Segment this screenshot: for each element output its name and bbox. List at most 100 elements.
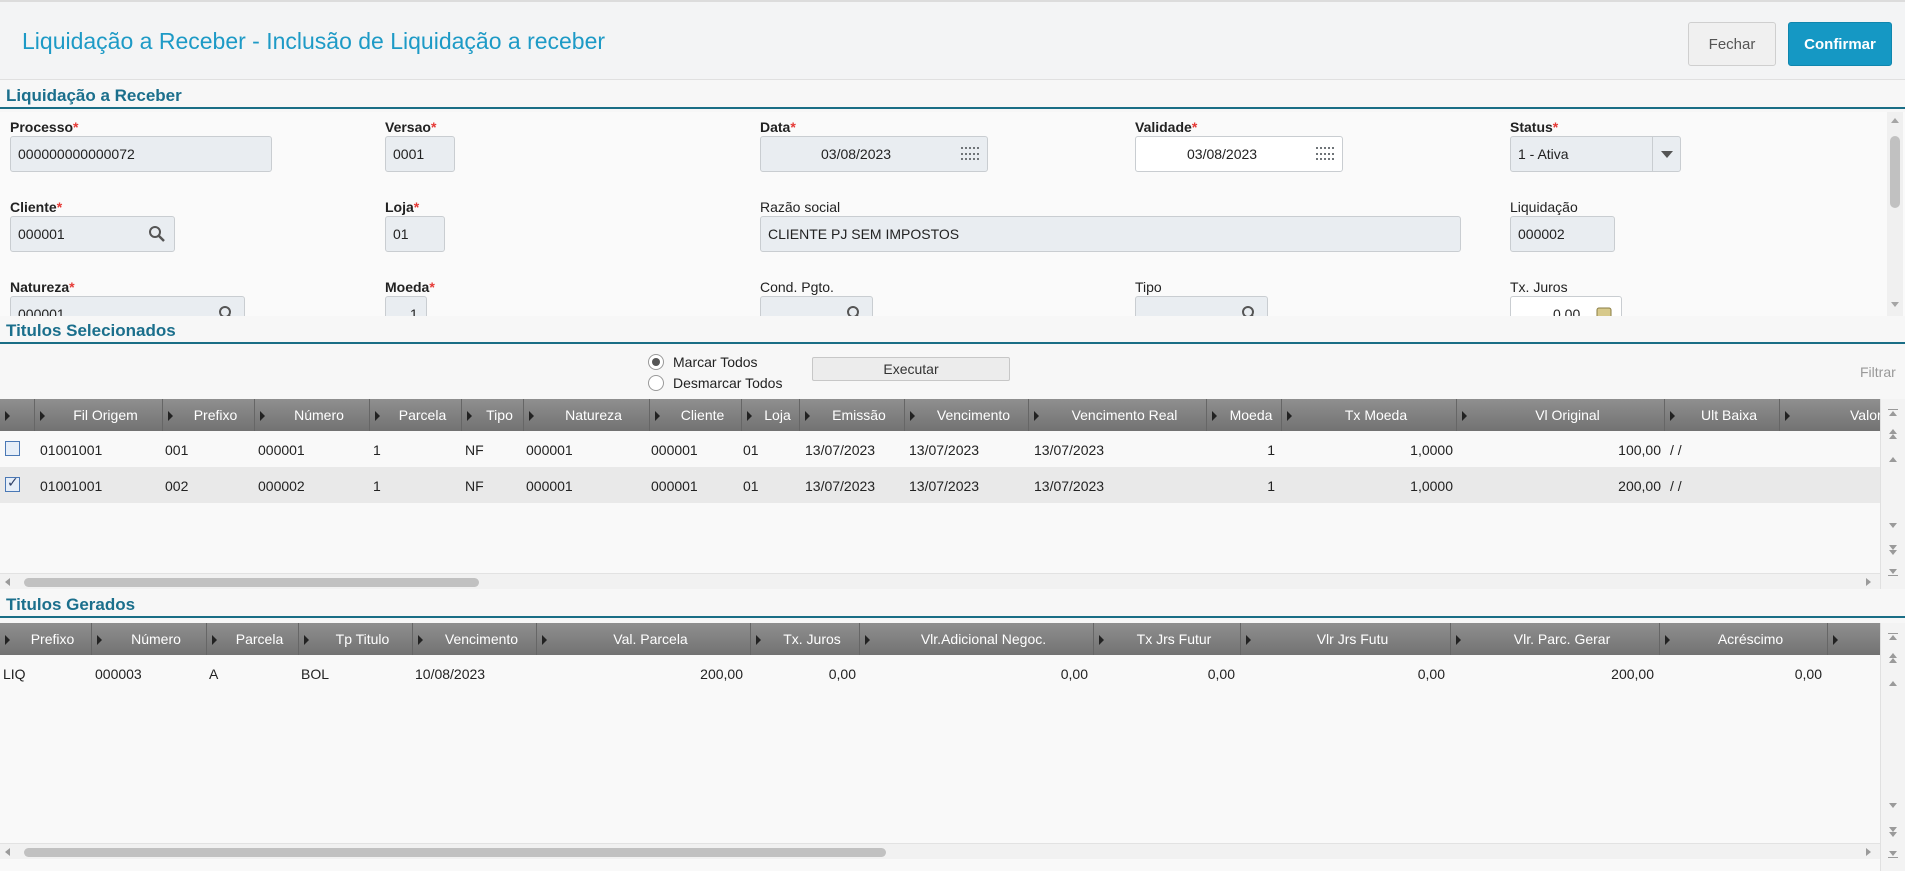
scroll-last-icon[interactable] xyxy=(1889,569,1897,574)
cell-emissao: 13/07/2023 xyxy=(805,478,876,494)
data-field[interactable]: 03/08/2023 xyxy=(760,136,988,172)
cell-vlr-parc-gerar: 200,00 xyxy=(1611,666,1654,682)
col-vlr-adicional-negoc[interactable]: Vlr.Adicional Negoc. xyxy=(860,623,1094,655)
col-tx-moeda[interactable]: Tx Moeda xyxy=(1282,399,1457,431)
razao-field[interactable]: CLIENTE PJ SEM IMPOSTOS xyxy=(760,216,1461,252)
horizontal-scroll-thumb[interactable] xyxy=(24,848,886,857)
row-checkbox[interactable] xyxy=(5,441,20,456)
col-fil-origem[interactable]: Fil Origem xyxy=(35,399,163,431)
scroll-first-icon[interactable] xyxy=(1889,411,1897,416)
row-checkbox[interactable] xyxy=(5,475,20,492)
col-select[interactable] xyxy=(0,399,35,431)
versao-field[interactable]: 0001 xyxy=(385,136,455,172)
col-tp-titulo[interactable]: Tp Titulo xyxy=(299,623,413,655)
versao-label: Versao* xyxy=(385,119,437,135)
col-tx-jrs-futur[interactable]: Tx Jrs Futur xyxy=(1094,623,1241,655)
scroll-right-icon[interactable] xyxy=(1866,578,1871,586)
table-row[interactable]: 01001001 002 000002 1 NF 000001 000001 0… xyxy=(0,467,1880,503)
horizontal-scrollbar[interactable] xyxy=(0,573,1880,589)
search-icon[interactable] xyxy=(846,305,864,316)
tx-juros-field[interactable]: 0,00 xyxy=(1510,296,1622,316)
scroll-right-icon[interactable] xyxy=(1866,848,1871,856)
scroll-down-icon[interactable] xyxy=(1889,523,1897,528)
horizontal-scrollbar[interactable] xyxy=(0,843,1880,859)
scroll-last-icon[interactable] xyxy=(1889,851,1897,856)
filtrar-link[interactable]: Filtrar xyxy=(1860,364,1896,380)
col-vencimento[interactable]: Vencimento xyxy=(905,399,1029,431)
col-vencimento-real[interactable]: Vencimento Real xyxy=(1029,399,1207,431)
col-prefixo[interactable]: Prefixo xyxy=(0,623,92,655)
scroll-down-icon[interactable] xyxy=(1891,302,1899,307)
search-icon[interactable] xyxy=(1241,305,1259,316)
col-vlr-parc-gerar[interactable]: Vlr. Parc. Gerar xyxy=(1451,623,1660,655)
col-vl-original[interactable]: Vl Original xyxy=(1457,399,1665,431)
col-vencimento[interactable]: Vencimento xyxy=(413,623,537,655)
cell-cliente: 000001 xyxy=(651,478,698,494)
col-prefixo[interactable]: Prefixo xyxy=(163,399,255,431)
col-more[interactable] xyxy=(1828,623,1880,655)
col-tipo[interactable]: Tipo xyxy=(462,399,524,431)
cell-prefixo: 001 xyxy=(165,442,189,458)
tx-juros-label: Tx. Juros xyxy=(1510,279,1568,295)
moeda-field[interactable]: 1 xyxy=(385,296,427,316)
table-row[interactable]: LIQ 000003 A BOL 10/08/2023 200,00 0,00 … xyxy=(0,655,1880,691)
natureza-field[interactable]: 000001 xyxy=(10,296,245,316)
col-ult-baixa[interactable]: Ult Baixa xyxy=(1665,399,1780,431)
search-icon[interactable] xyxy=(148,225,166,243)
validade-field[interactable]: 03/08/2023 xyxy=(1135,136,1343,172)
section-liquidacao-title: Liquidação a Receber xyxy=(6,86,182,105)
executar-button[interactable]: Executar xyxy=(812,357,1010,381)
scroll-page-up-icon[interactable] xyxy=(1889,434,1897,439)
cell-vlr-jrs-futu: 0,00 xyxy=(1417,666,1445,682)
chevron-down-icon[interactable] xyxy=(1652,137,1680,171)
col-vlr-jrs-futu[interactable]: Vlr Jrs Futu xyxy=(1241,623,1451,655)
cell-tx-juros: 0,00 xyxy=(828,666,856,682)
calendar-icon[interactable] xyxy=(961,147,979,162)
processo-field[interactable]: 000000000000072 xyxy=(10,136,272,172)
liquidacao-field[interactable]: 000002 xyxy=(1510,216,1615,252)
scroll-up-icon[interactable] xyxy=(1889,681,1897,686)
col-moeda[interactable]: Moeda xyxy=(1207,399,1282,431)
page-title: Liquidação a Receber - Inclusão de Liqui… xyxy=(22,28,606,54)
status-select[interactable]: 1 - Ativa xyxy=(1510,136,1681,172)
search-icon[interactable] xyxy=(218,305,236,316)
grid-vertical-nav[interactable] xyxy=(1880,399,1905,589)
col-tx-juros[interactable]: Tx. Juros xyxy=(751,623,860,655)
scroll-left-icon[interactable] xyxy=(5,848,10,856)
scroll-first-icon[interactable] xyxy=(1889,635,1897,640)
close-button[interactable]: Fechar xyxy=(1688,22,1776,66)
confirm-button[interactable]: Confirmar xyxy=(1788,22,1892,66)
loja-field[interactable]: 01 xyxy=(385,216,445,252)
col-numero[interactable]: Número xyxy=(255,399,370,431)
col-cliente[interactable]: Cliente xyxy=(650,399,742,431)
col-loja[interactable]: Loja xyxy=(742,399,800,431)
cell-vencimento-real: 13/07/2023 xyxy=(1034,478,1105,494)
col-valor[interactable]: Valor xyxy=(1780,399,1880,431)
scroll-page-down-icon[interactable] xyxy=(1889,550,1897,555)
col-numero[interactable]: Número xyxy=(92,623,207,655)
scroll-left-icon[interactable] xyxy=(5,578,10,586)
scroll-up-icon[interactable] xyxy=(1891,118,1899,123)
form-scrollbar[interactable] xyxy=(1887,112,1903,316)
scroll-down-icon[interactable] xyxy=(1889,803,1897,808)
cond-pgto-field[interactable] xyxy=(760,296,873,316)
table-row[interactable]: 01001001 001 000001 1 NF 000001 000001 0… xyxy=(0,431,1880,467)
col-acrescimo[interactable]: Acréscimo xyxy=(1660,623,1828,655)
col-natureza[interactable]: Natureza xyxy=(524,399,650,431)
col-val-parcela[interactable]: Val. Parcela xyxy=(537,623,751,655)
calendar-icon[interactable] xyxy=(1316,147,1334,162)
grid-vertical-nav[interactable] xyxy=(1880,623,1905,871)
desmarcar-todos-radio[interactable] xyxy=(648,375,664,391)
form-scroll-thumb[interactable] xyxy=(1890,136,1900,208)
calculator-icon[interactable] xyxy=(1595,305,1613,316)
col-parcela[interactable]: Parcela xyxy=(207,623,299,655)
col-emissao[interactable]: Emissão xyxy=(800,399,905,431)
col-parcela[interactable]: Parcela xyxy=(370,399,462,431)
scroll-page-down-icon[interactable] xyxy=(1889,832,1897,837)
tipo-field[interactable] xyxy=(1135,296,1268,316)
cliente-field[interactable]: 000001 xyxy=(10,216,175,252)
scroll-page-up-icon[interactable] xyxy=(1889,658,1897,663)
marcar-todos-radio[interactable] xyxy=(648,354,664,370)
scroll-up-icon[interactable] xyxy=(1889,457,1897,462)
horizontal-scroll-thumb[interactable] xyxy=(24,578,479,587)
